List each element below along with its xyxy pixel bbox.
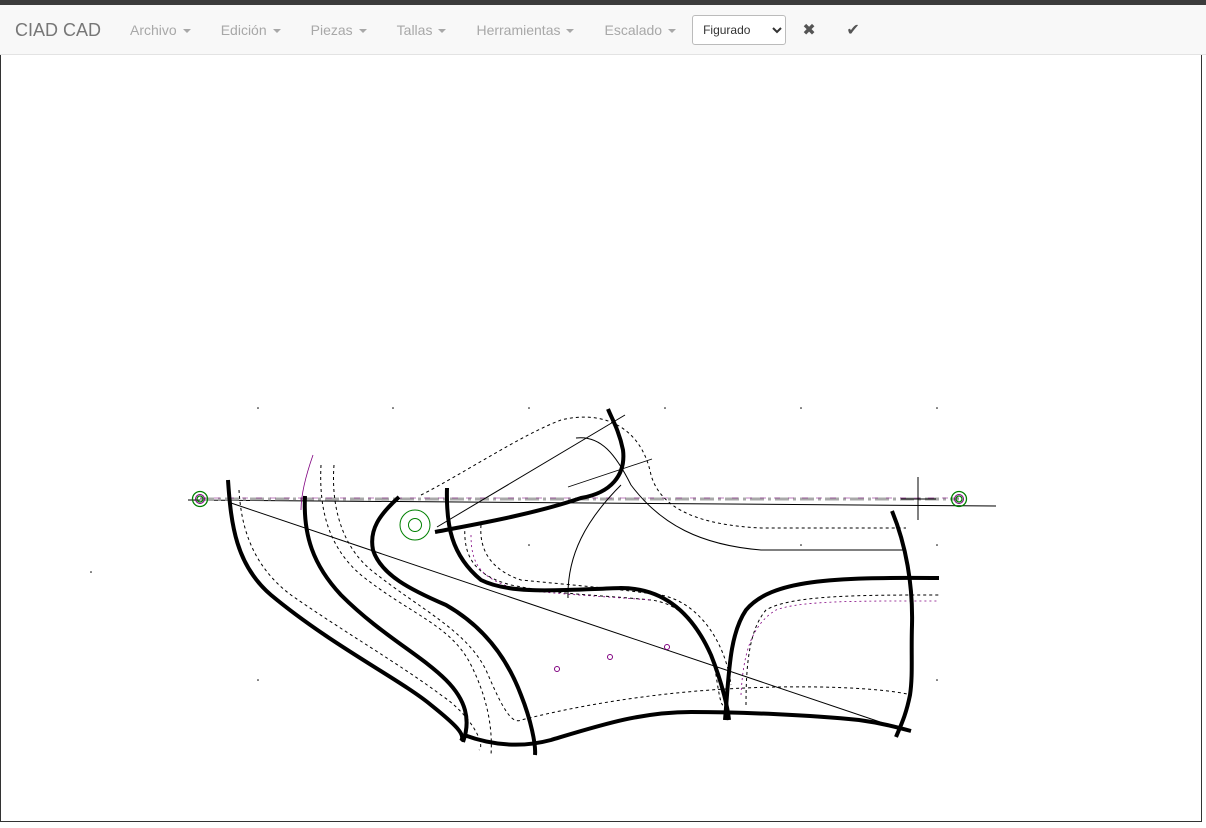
vamp-curve [575,437,906,551]
instep-line-2 [567,458,653,488]
navbar: CIAD CAD Archivo Edición Piezas Tallas H… [0,5,1206,55]
menu-edicion[interactable]: Edición [206,5,296,55]
pattern-outlines [226,408,940,756]
menu-archivo-label: Archivo [130,21,177,38]
chevron-down-icon [182,28,191,33]
menu-piezas[interactable]: Piezas [296,5,382,55]
chevron-down-icon [438,28,447,33]
notch-markers [554,644,670,672]
menu-edicion-label: Edición [220,21,267,38]
check-icon: ✔ [846,20,860,39]
pattern-drawing[interactable] [1,55,1203,822]
menu-escalado-label: Escalado [604,21,663,38]
app-brand[interactable]: CIAD CAD [15,5,101,55]
close-icon: ✖ [802,20,816,39]
menu-escalado[interactable]: Escalado [589,5,691,55]
arc-curve [567,484,622,599]
mode-select[interactable]: Figurado [692,14,787,45]
menu-tallas-label: Tallas [396,21,433,38]
chevron-down-icon [566,28,575,33]
cancel-button[interactable]: ✖ [792,10,826,50]
chevron-down-icon [668,28,677,33]
chevron-down-icon [358,28,367,33]
reference-line [187,499,997,507]
drawing-canvas[interactable] [0,55,1202,822]
seam-allowance-purple [470,534,940,696]
grid-dots [90,407,938,681]
menu-tallas[interactable]: Tallas [382,5,462,55]
mode-select-wrapper: Figurado [692,14,787,45]
menu-archivo[interactable]: Archivo [115,5,206,55]
menu-herramientas[interactable]: Herramientas [461,5,589,55]
seam-allowance-lines [238,416,940,756]
menu-piezas-label: Piezas [310,21,353,38]
confirm-button[interactable]: ✔ [836,10,870,50]
chevron-down-icon [272,28,281,33]
diagonal-line [230,502,899,729]
crosshair-cursor [901,477,936,520]
main-menu: Archivo Edición Piezas Tallas Herramient… [115,5,691,55]
menu-herramientas-label: Herramientas [476,21,561,38]
